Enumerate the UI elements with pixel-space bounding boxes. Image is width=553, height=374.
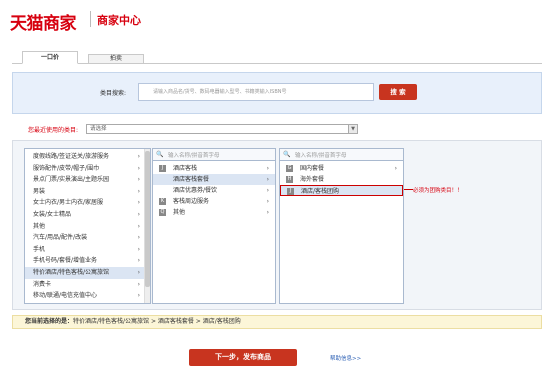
tmall-logo: 天猫商家 [10, 14, 77, 34]
search-button[interactable]: 搜 索 [379, 84, 417, 100]
current-selection-prefix: 您当前选择的是： [25, 318, 74, 325]
letter-index-badge: J [287, 188, 294, 195]
column-search-placeholder: 输入名称/拼音首字母 [168, 153, 220, 159]
search-icon: 🔍 [156, 151, 164, 158]
category-item-label: 国内套餐 [300, 165, 325, 172]
category-item-label: 汽车/用品/配件/改装 [33, 234, 88, 242]
category-item[interactable]: K 客栈周边服务 › [153, 196, 275, 207]
category-search-label: 类目搜索: [100, 90, 127, 97]
letter-index-badge: J [159, 165, 166, 172]
chevron-right-icon: › [137, 176, 140, 184]
category-item[interactable]: 男装 › [25, 186, 150, 198]
category-item-label: 服饰配件/皮带/帽子/围巾 [33, 164, 100, 172]
column-scrollbar[interactable] [144, 149, 150, 303]
category-item[interactable]: Q 其他 › [153, 207, 275, 218]
chevron-right-icon: › [266, 209, 269, 216]
chevron-right-icon: › [137, 257, 140, 265]
tab-auction[interactable]: 拍卖 [88, 54, 144, 64]
category-item-selected[interactable]: 酒店客栈套餐 › [153, 174, 275, 185]
chevron-right-icon: › [137, 280, 140, 288]
category-item-label: 客栈周边服务 [173, 198, 210, 205]
category-item[interactable]: 手机 › [25, 244, 150, 256]
header-divider [90, 11, 91, 27]
category-item-label: 其他 [33, 222, 46, 230]
category-item-label: 酒店优惠券/餐饮 [173, 187, 218, 194]
category-item-label: 男装 [33, 187, 46, 195]
category-item-label: 酒店客栈 [173, 165, 198, 172]
category-item-label: 女装/女士精品 [33, 210, 72, 218]
chevron-right-icon: › [266, 187, 269, 194]
category-item[interactable]: 酒店优惠券/餐饮 › [153, 185, 275, 196]
annotation-connector [404, 189, 413, 190]
chevron-right-icon: › [266, 165, 269, 172]
category-item-label: 酒店/客栈团购 [301, 188, 340, 195]
chevron-right-icon: › [137, 210, 140, 218]
chevron-right-icon: › [137, 268, 140, 276]
chevron-right-icon: › [137, 292, 140, 300]
current-selection-bar: 您当前选择的是：特价酒店/特色客栈/公寓旅馆 > 酒店客栈套餐 > 酒店/客栈团… [12, 315, 542, 329]
category-item[interactable]: 移动/联通/电信充值中心 › [25, 290, 150, 302]
chevron-right-icon: › [137, 234, 140, 242]
letter-index-badge: H [286, 176, 293, 183]
letter-index-badge: K [159, 198, 166, 205]
current-selection-path: 特价酒店/特色客栈/公寓旅馆 > 酒店客栈套餐 > 酒店/客栈团购 [73, 318, 241, 325]
category-item[interactable]: 度假线路/签证送关/旅游服务 › [25, 151, 150, 163]
category-item[interactable]: H 海外套餐 [280, 174, 403, 185]
category-item-label: 度假线路/签证送关/旅游服务 [33, 153, 110, 160]
letter-index-badge: Q [159, 209, 166, 216]
chevron-right-icon: › [137, 199, 140, 207]
category-item-label: 特价酒店/特色客栈/公寓旅馆 [33, 268, 110, 276]
category-item[interactable]: 女士内衣/男士内衣/家居服 › [25, 197, 150, 209]
chevron-down-icon[interactable]: ▼ [348, 125, 357, 133]
category-item[interactable]: 消费卡 › [25, 279, 150, 291]
letter-index-badge: G [286, 165, 293, 172]
category-item-label: 手机 [33, 245, 46, 253]
category-item-label: 手机号码/套餐/增值业务 [33, 257, 98, 265]
category-item-label: 移动/联通/电信充值中心 [33, 292, 98, 300]
next-publish-button[interactable]: 下一步，发布商品 [189, 349, 297, 366]
chevron-right-icon: › [137, 153, 140, 160]
chevron-right-icon: › [137, 187, 140, 195]
category-item-label: 酒店客栈套餐 [173, 176, 210, 183]
chevron-right-icon: › [266, 176, 269, 183]
chevron-right-icon: › [266, 198, 269, 205]
category-item-label: 海外套餐 [300, 176, 325, 183]
chevron-right-icon: › [137, 245, 140, 253]
category-item[interactable]: 服饰配件/皮带/帽子/围巾 › [25, 163, 150, 175]
chevron-right-icon: › [137, 222, 140, 230]
category-item-selected[interactable]: J 酒店/客栈团购 [280, 185, 403, 196]
category-search-input[interactable]: 请输入商品名/货号、数码电器输入型号、书籍类输入ISBN号 [138, 83, 374, 101]
scrollbar-thumb[interactable] [145, 151, 150, 287]
page-title: 商家中心 [97, 14, 141, 27]
category-column-level2: 🔍 输入名称/拼音首字母 J 酒店客栈 › 酒店客栈套餐 › 酒店优惠券/餐饮 › K客… [152, 148, 276, 304]
recent-category-label: 您最近使用的类目: [28, 127, 79, 134]
category-item[interactable]: J 酒店客栈 › [153, 163, 275, 174]
column-search-placeholder: 输入名称/拼音首字母 [295, 153, 347, 159]
category-item[interactable]: 女装/女士精品 › [25, 209, 150, 221]
category-item[interactable]: 汽车/用品/配件/改装 › [25, 232, 150, 244]
column-search-box[interactable]: 🔍 输入名称/拼音首字母 [153, 149, 275, 161]
category-item[interactable]: 手机号码/套餐/增值业务 › [25, 255, 150, 267]
category-item[interactable]: 其他 › [25, 221, 150, 233]
tab-fixed-price[interactable]: 一口价 [22, 51, 78, 64]
category-column-level3: 🔍 输入名称/拼音首字母 G 国内套餐 › H 海外套餐 J 酒店/客栈团购 [279, 148, 404, 304]
recent-category-select[interactable]: 请选择 ▼ [86, 124, 358, 134]
category-item[interactable]: G 国内套餐 › [280, 163, 403, 174]
column-search-box[interactable]: 🔍 输入名称/拼音首字母 [280, 149, 403, 161]
help-link[interactable]: 帮助信息>> [330, 354, 361, 362]
category-item-label: 其他 [173, 209, 186, 216]
category-column-level1: 度假线路/签证送关/旅游服务 › 服饰配件/皮带/帽子/围巾 › 景点门票/实景演出… [24, 148, 151, 304]
category-item-label: 女士内衣/男士内衣/家居服 [33, 199, 104, 207]
chevron-right-icon: › [137, 164, 140, 172]
recent-category-value: 请选择 [90, 126, 107, 132]
category-item[interactable]: 景点门票/实景演出/主题乐园 › [25, 174, 150, 186]
group-buy-notice: 必须为团购类目！！ [413, 188, 463, 194]
category-item-label: 消费卡 [33, 280, 52, 288]
search-icon: 🔍 [283, 151, 291, 158]
chevron-right-icon: › [394, 165, 397, 172]
category-item-label: 景点门票/实景演出/主题乐园 [33, 176, 110, 184]
category-item-selected[interactable]: 特价酒店/特色客栈/公寓旅馆 › [25, 266, 150, 279]
